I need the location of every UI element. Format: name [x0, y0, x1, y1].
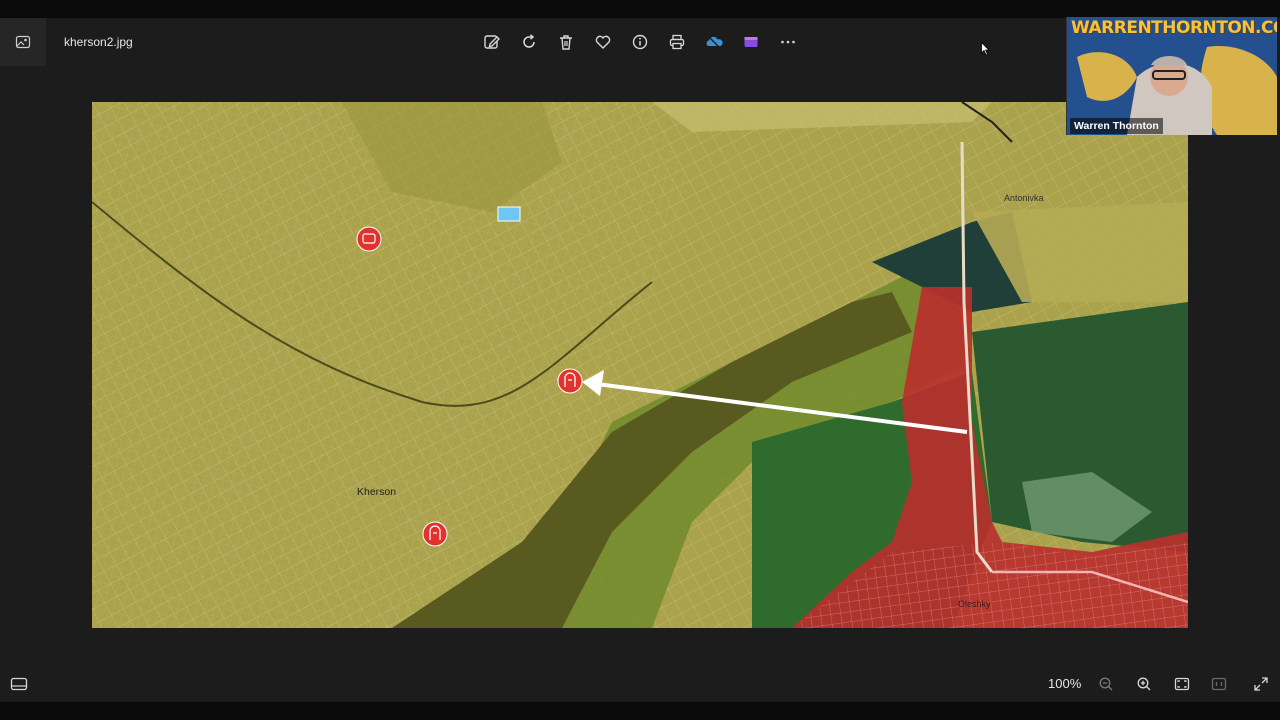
fit-to-window-button[interactable] — [1171, 674, 1193, 694]
edit-button[interactable] — [478, 28, 506, 56]
full-screen-button[interactable] — [1250, 674, 1272, 694]
pin-marker[interactable] — [356, 226, 382, 252]
onedrive-icon — [706, 36, 723, 48]
rotate-button[interactable] — [515, 28, 543, 56]
bottom-black-strip — [0, 702, 1280, 720]
label-antonivka: Antonivka — [1004, 193, 1044, 203]
actual-size-icon — [1211, 677, 1227, 691]
toolbar — [478, 28, 802, 56]
edit-icon — [484, 35, 500, 49]
pin-marker[interactable] — [422, 521, 448, 547]
file-name: kherson2.jpg — [64, 35, 133, 49]
zoom-out-button[interactable] — [1095, 674, 1117, 694]
zoom-out-icon — [1099, 677, 1113, 691]
label-oleshky: Oleshky — [958, 599, 991, 609]
ukraine-flag-marker — [497, 206, 521, 222]
favorite-button[interactable] — [589, 28, 617, 56]
info-icon — [632, 34, 648, 50]
rotate-icon — [523, 34, 535, 48]
expand-icon — [1254, 677, 1268, 691]
delete-button[interactable] — [552, 28, 580, 56]
webcam-overlay: WARRENTHORNTON.COM Warren Thornton — [1066, 17, 1277, 135]
photos-app-icon[interactable] — [0, 18, 46, 66]
print-button[interactable] — [663, 28, 691, 56]
info-button[interactable] — [626, 28, 654, 56]
webcam-site-title: WARRENTHORNTON.COM — [1071, 18, 1277, 38]
clipchamp-button[interactable] — [737, 28, 765, 56]
fit-window-icon — [1174, 677, 1190, 691]
delete-icon — [560, 35, 572, 50]
label-kherson: Kherson — [357, 486, 396, 498]
kherson-map: Kherson Antonivka Oleshky — [92, 102, 1188, 628]
onedrive-button[interactable] — [700, 28, 728, 56]
webcam-presenter-name: Warren Thornton — [1070, 118, 1163, 134]
pin-marker[interactable] — [557, 368, 583, 394]
zoom-in-button[interactable] — [1133, 674, 1155, 694]
mouse-cursor-icon — [981, 42, 990, 56]
more-options-button[interactable] — [774, 28, 802, 56]
favorite-icon — [595, 35, 611, 49]
filmstrip-icon[interactable] — [10, 676, 28, 692]
more-icon — [781, 40, 795, 44]
zoom-level: 100% — [1048, 676, 1082, 691]
status-bar — [0, 664, 1280, 702]
print-icon — [669, 34, 685, 50]
image-canvas[interactable]: Kherson Antonivka Oleshky — [92, 102, 1188, 628]
zoom-in-icon — [1137, 677, 1151, 691]
top-black-strip — [0, 0, 1280, 18]
actual-size-button[interactable] — [1208, 674, 1230, 694]
image-icon — [15, 35, 31, 49]
clipchamp-icon — [744, 37, 758, 47]
